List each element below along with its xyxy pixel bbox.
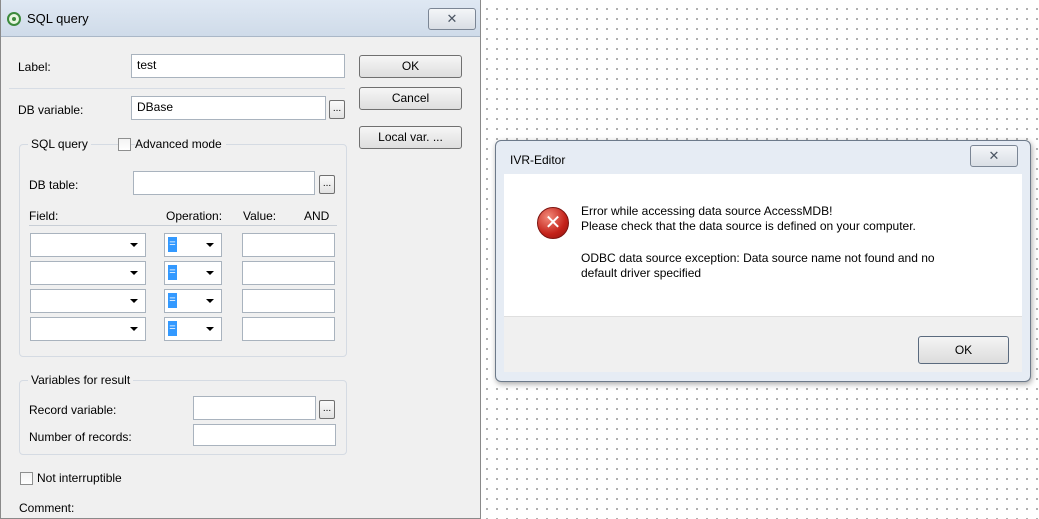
dropdown-arrow-icon — [206, 299, 214, 303]
operation-select-4[interactable]: = — [164, 317, 222, 341]
header-separator — [29, 225, 337, 226]
db-table-browse-button[interactable]: ... — [319, 175, 335, 194]
error-message-line-1: Error while accessing data source Access… — [581, 204, 833, 218]
result-group-title: Variables for result — [28, 373, 134, 387]
error-dialog-footer: OK — [504, 316, 1022, 372]
operation-value: = — [168, 265, 177, 280]
dropdown-arrow-icon — [130, 243, 138, 247]
dropdown-arrow-icon — [130, 271, 138, 275]
ivr-editor-error-dialog: IVR-Editor ✕ ✕ Error while accessing dat… — [495, 140, 1031, 382]
close-button[interactable]: ✕ — [428, 8, 476, 30]
record-variable-input[interactable] — [193, 396, 316, 420]
operation-value: = — [168, 237, 177, 252]
advanced-mode-checkbox[interactable] — [118, 138, 131, 151]
column-value: Value: — [243, 209, 277, 223]
operation-value: = — [168, 293, 177, 308]
record-variable-caption: Record variable: — [29, 403, 117, 417]
error-dialog-title: IVR-Editor — [510, 153, 566, 167]
ok-button[interactable]: OK — [359, 55, 462, 78]
operation-select-3[interactable]: = — [164, 289, 222, 313]
dropdown-arrow-icon — [130, 299, 138, 303]
green-circle-icon — [7, 12, 21, 26]
not-interruptible-label: Not interruptible — [37, 471, 122, 485]
db-table-input[interactable] — [133, 171, 315, 195]
label-caption: Label: — [18, 60, 51, 74]
record-variable-browse-button[interactable]: ... — [319, 400, 335, 419]
local-var-button[interactable]: Local var. ... — [359, 126, 462, 149]
db-variable-browse-button[interactable]: ... — [329, 100, 345, 119]
field-select-3[interactable] — [30, 289, 146, 313]
close-button[interactable]: ✕ — [970, 145, 1018, 167]
field-select-2[interactable] — [30, 261, 146, 285]
db-variable-caption: DB variable: — [18, 103, 84, 117]
error-message-area: ✕ Error while accessing data source Acce… — [504, 174, 1022, 316]
dropdown-arrow-icon — [130, 327, 138, 331]
error-icon: ✕ — [537, 207, 569, 239]
column-and: AND — [304, 209, 330, 223]
error-detail-line-1: ODBC data source exception: Data source … — [581, 251, 935, 265]
cancel-button[interactable]: Cancel — [359, 87, 462, 110]
error-message-line-2: Please check that the data source is def… — [581, 219, 916, 233]
separator — [9, 88, 345, 89]
operation-select-1[interactable]: = — [164, 233, 222, 257]
advanced-mode-label: Advanced mode — [135, 137, 226, 151]
number-of-records-input[interactable] — [193, 424, 336, 446]
db-table-caption: DB table: — [29, 178, 79, 192]
operation-value: = — [168, 321, 177, 336]
dropdown-arrow-icon — [206, 243, 214, 247]
field-select-4[interactable] — [30, 317, 146, 341]
sql-dialog-title: SQL query — [27, 11, 89, 26]
sql-dialog-titlebar: SQL query ✕ — [1, 0, 480, 37]
dropdown-arrow-icon — [206, 271, 214, 275]
value-input-3[interactable] — [242, 289, 335, 313]
label-input[interactable]: test — [131, 54, 345, 78]
value-input-4[interactable] — [242, 317, 335, 341]
comment-caption: Comment: — [19, 501, 75, 515]
column-field: Field: — [29, 209, 59, 223]
ok-button[interactable]: OK — [918, 336, 1009, 364]
db-variable-input[interactable]: DBase — [131, 96, 326, 120]
dropdown-arrow-icon — [206, 327, 214, 331]
value-input-2[interactable] — [242, 261, 335, 285]
field-select-1[interactable] — [30, 233, 146, 257]
not-interruptible-checkbox[interactable] — [20, 472, 33, 485]
column-operation: Operation: — [166, 209, 223, 223]
operation-select-2[interactable]: = — [164, 261, 222, 285]
number-of-records-caption: Number of records: — [29, 430, 132, 444]
error-detail-line-2: default driver specified — [581, 266, 702, 280]
sql-query-group-title: SQL query — [28, 137, 91, 151]
value-input-1[interactable] — [242, 233, 335, 257]
sql-query-dialog: SQL query ✕ Label: test DB variable: DBa… — [0, 0, 481, 519]
